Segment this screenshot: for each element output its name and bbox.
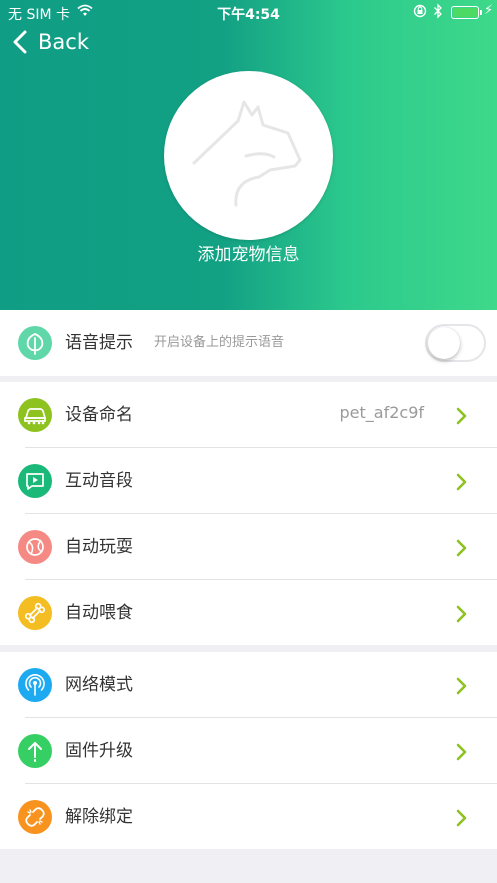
upgrade-arrow-icon bbox=[18, 734, 52, 768]
settings-row-interactive-audio[interactable]: 互动音段 bbox=[0, 448, 497, 514]
device-car-icon bbox=[18, 398, 52, 432]
chevron-right-icon bbox=[456, 809, 467, 827]
network-mode-label: 网络模式 bbox=[65, 675, 133, 695]
antenna-icon bbox=[18, 668, 52, 702]
voice-prompt-row: 语音提示 开启设备上的提示语音 bbox=[0, 310, 497, 376]
chevron-right-icon bbox=[456, 473, 467, 491]
pet-avatar-button[interactable] bbox=[164, 71, 333, 240]
rotation-lock-icon bbox=[413, 4, 427, 22]
charging-icon: ⚡ bbox=[484, 3, 494, 18]
settings-row-auto-play[interactable]: 自动玩耍 bbox=[0, 514, 497, 580]
device-name-value: pet_af2c9f bbox=[339, 403, 425, 422]
interactive-audio-label: 互动音段 bbox=[65, 471, 133, 491]
bone-icon bbox=[18, 596, 52, 630]
battery-icon bbox=[451, 6, 482, 19]
dog-icon bbox=[192, 100, 302, 207]
device-name-label: 设备命名 bbox=[65, 405, 133, 425]
auto-play-label: 自动玩耍 bbox=[65, 537, 133, 557]
unlink-icon bbox=[18, 800, 52, 834]
chevron-right-icon bbox=[456, 605, 467, 623]
chevron-right-icon bbox=[456, 743, 467, 761]
play-message-icon bbox=[18, 464, 52, 498]
bluetooth-icon bbox=[433, 3, 443, 23]
system-row-network-mode[interactable]: 网络模式 bbox=[0, 652, 497, 718]
chevron-right-icon bbox=[456, 539, 467, 557]
header-banner: 无 SIM 卡 下午4:54 ⚡ Back 添加宠物信息 bbox=[0, 0, 497, 310]
voice-prompt-description: 开启设备上的提示语音 bbox=[154, 335, 285, 350]
system-row-unbind[interactable]: 解除绑定 bbox=[0, 784, 497, 850]
device-settings-section: 设备命名 pet_af2c9f 互动音段 自动玩耍 自动喂食 bbox=[0, 382, 497, 645]
voice-prompt-section: 语音提示 开启设备上的提示语音 bbox=[0, 310, 497, 376]
add-pet-info-label[interactable]: 添加宠物信息 bbox=[0, 240, 497, 265]
system-row-firmware-upgrade[interactable]: 固件升级 bbox=[0, 718, 497, 784]
settings-row-device-name[interactable]: 设备命名 pet_af2c9f bbox=[0, 382, 497, 448]
back-label: Back bbox=[38, 30, 89, 54]
back-button[interactable]: Back bbox=[10, 26, 89, 58]
chevron-left-icon bbox=[13, 30, 27, 54]
voice-prompt-label: 语音提示 bbox=[65, 333, 133, 353]
firmware-upgrade-label: 固件升级 bbox=[65, 741, 133, 761]
system-section: 网络模式 固件升级 解除绑定 bbox=[0, 652, 497, 849]
auto-feed-label: 自动喂食 bbox=[65, 603, 133, 623]
chevron-right-icon bbox=[456, 407, 467, 425]
settings-row-auto-feed[interactable]: 自动喂食 bbox=[0, 580, 497, 646]
status-bar: 无 SIM 卡 下午4:54 ⚡ bbox=[0, 0, 497, 26]
leaf-icon bbox=[18, 326, 52, 360]
ball-icon bbox=[18, 530, 52, 564]
chevron-right-icon bbox=[456, 677, 467, 695]
toggle-knob bbox=[428, 327, 460, 359]
unbind-label: 解除绑定 bbox=[65, 807, 133, 827]
voice-prompt-toggle[interactable] bbox=[425, 324, 486, 362]
